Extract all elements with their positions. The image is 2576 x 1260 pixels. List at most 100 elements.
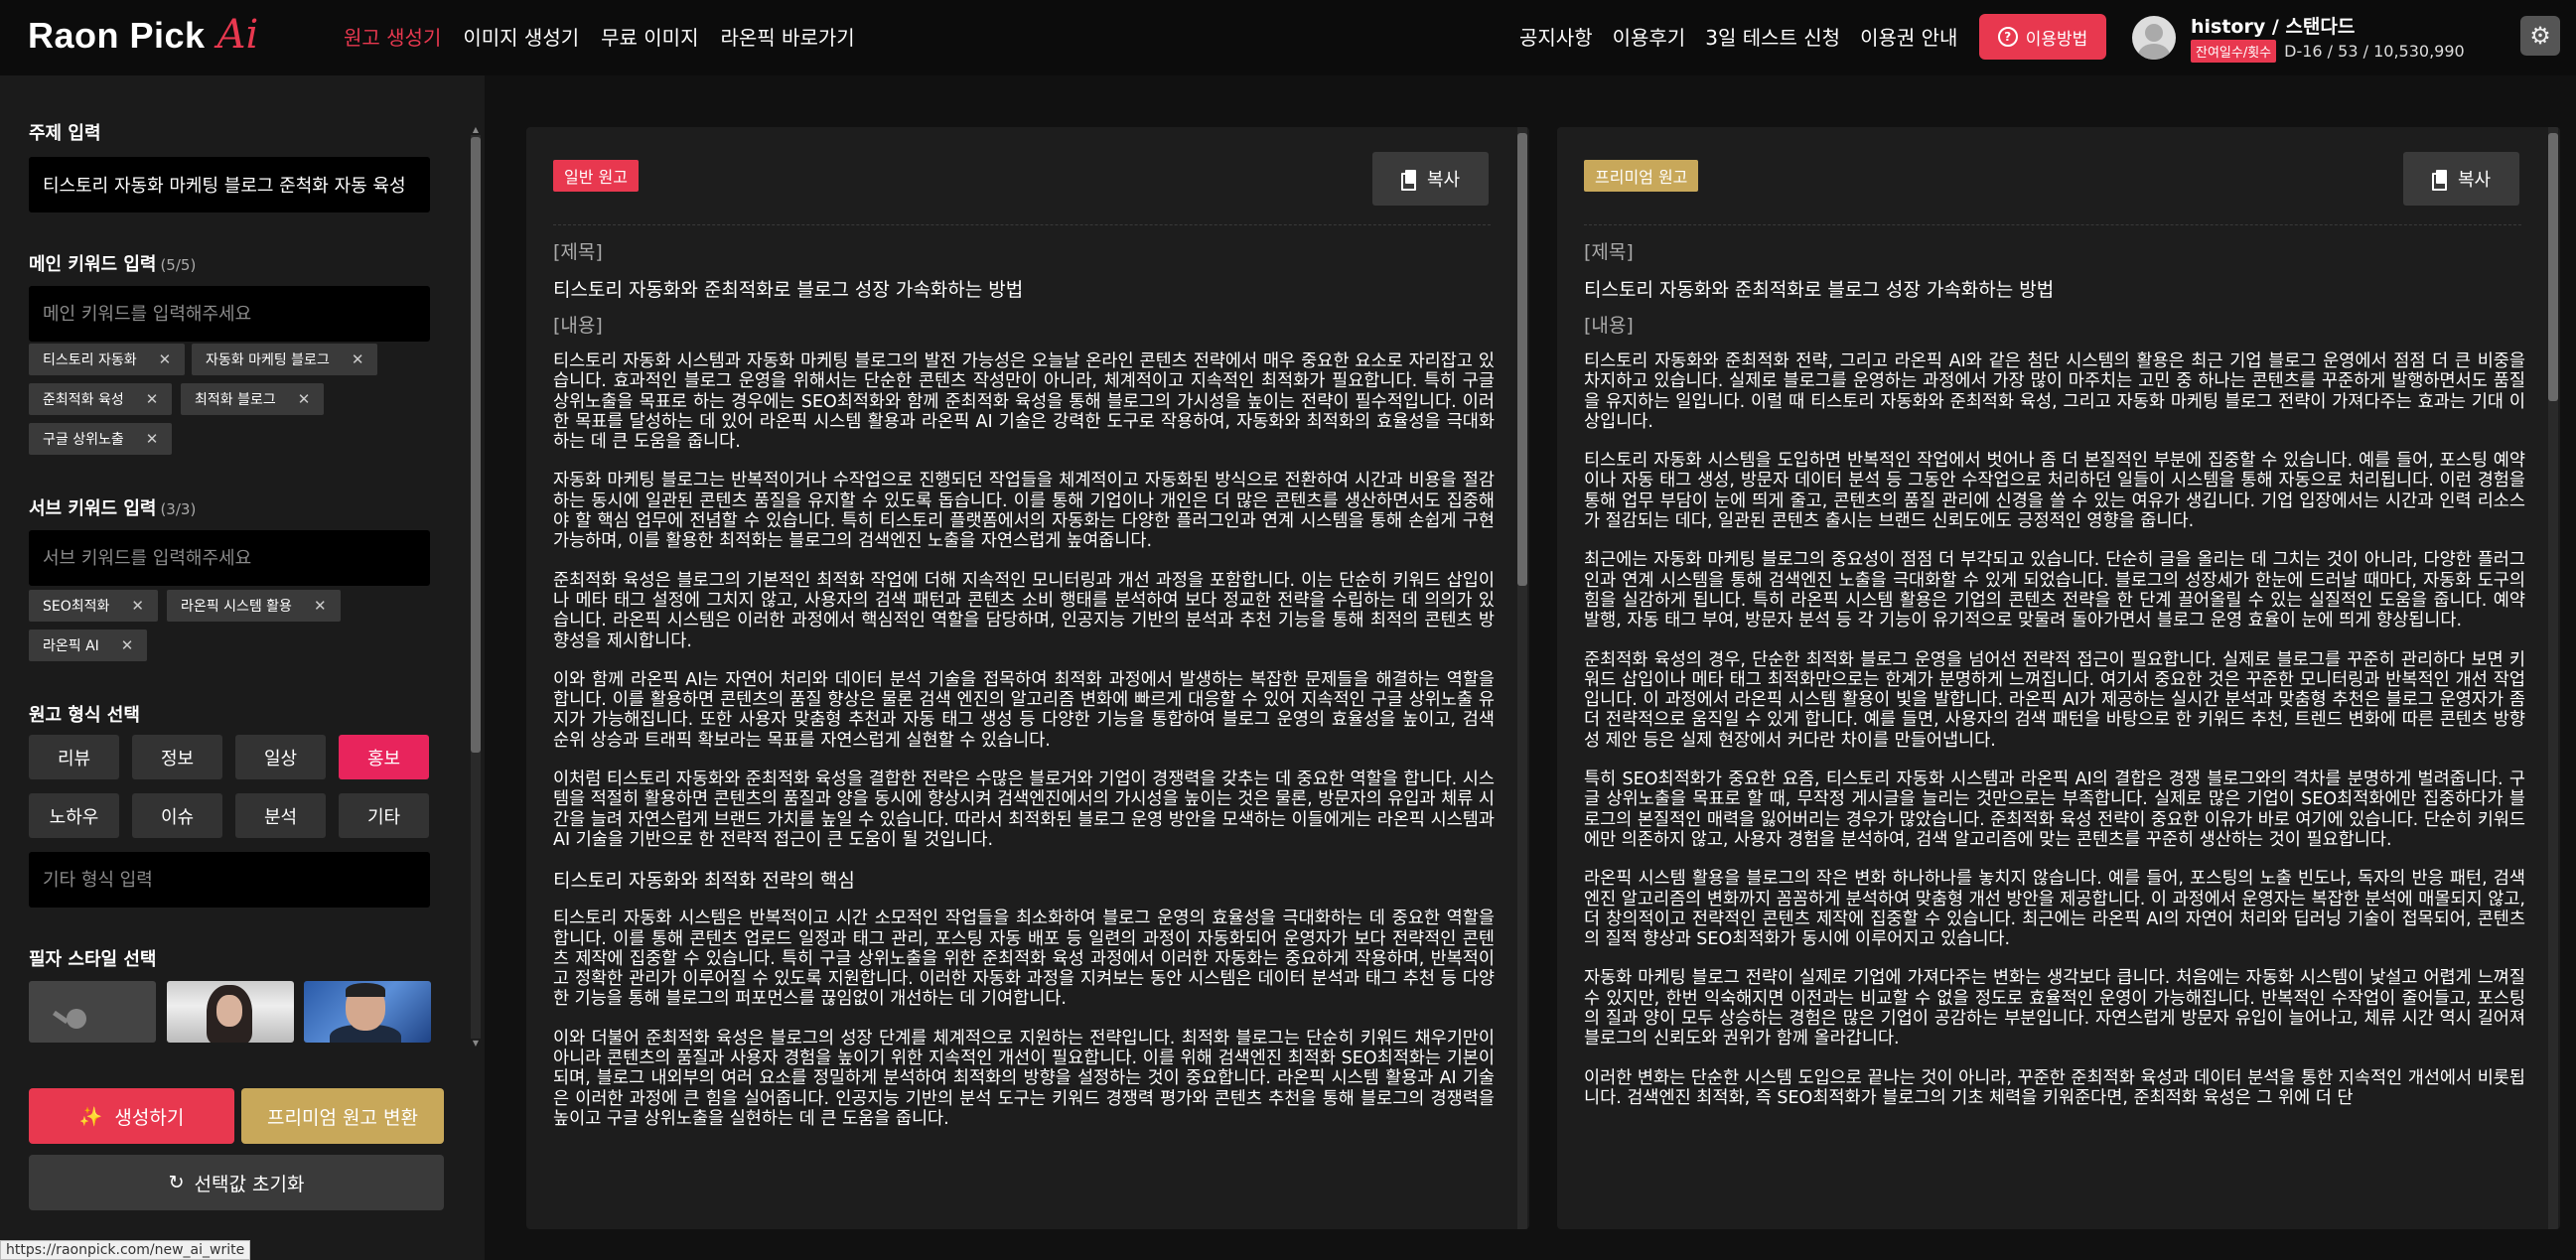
nav-pricing[interactable]: 이용권 안내 <box>1860 22 1957 51</box>
paragraph: 티스토리 자동화 시스템과 자동화 마케팅 블로그의 발전 가능성은 오늘날 온… <box>553 351 1495 453</box>
divider <box>1584 224 2521 225</box>
topic-input[interactable] <box>29 157 430 212</box>
top-header: Raon Pick Ai 원고 생성기 이미지 생성기 무료 이미지 라온픽 바… <box>0 0 2576 75</box>
main-nav: 원고 생성기 이미지 생성기 무료 이미지 라온픽 바로가기 <box>344 22 855 51</box>
paragraph: 자동화 마케팅 블로그 전략이 실제로 기업에 가져다주는 변화는 생각보다 큽… <box>1584 968 2525 1050</box>
draft-content: [제목] 티스토리 자동화와 준최적화로 블로그 성장 가속화하는 방법 [내용… <box>1584 240 2525 1229</box>
close-icon[interactable]: ✕ <box>352 350 364 368</box>
sub-keyword-count: (3/3) <box>160 500 197 518</box>
user-stats: D-16 / 53 / 10,530,990 <box>2284 42 2465 61</box>
magic-wand-icon: ✨ <box>78 1105 103 1128</box>
general-draft-badge: 일반 원고 <box>553 160 639 192</box>
generate-button[interactable]: ✨ 생성하기 <box>29 1088 234 1144</box>
nav-image-generator[interactable]: 이미지 생성기 <box>463 22 579 51</box>
refresh-icon: ↻ <box>168 1172 185 1193</box>
scroll-down-icon[interactable]: ▼ <box>471 1039 481 1049</box>
avatar[interactable] <box>2132 16 2176 60</box>
user-name: history / 스탠다드 <box>2191 16 2356 38</box>
premium-draft-panel: 프리미엄 원고 복사 [제목] 티스토리 자동화와 준최적화로 블로그 성장 가… <box>1557 127 2560 1229</box>
paragraph: 이처럼 티스토리 자동화와 준최적화 육성을 결합한 전략은 수많은 블로거와 … <box>553 770 1495 850</box>
close-icon[interactable]: ✕ <box>146 430 159 448</box>
format-analysis-button[interactable]: 분석 <box>235 793 326 838</box>
copy-icon <box>2431 170 2448 191</box>
close-icon[interactable]: ✕ <box>146 390 159 408</box>
question-icon: ? <box>1997 27 2018 47</box>
draft-title: 티스토리 자동화와 준최적화로 블로그 성장 가속화하는 방법 <box>553 279 1024 301</box>
remaining-badge: 잔여일수/횟수 <box>2191 40 2277 63</box>
reset-button[interactable]: ↻ 선택값 초기화 <box>29 1155 444 1210</box>
main-keyword-input[interactable] <box>29 286 430 342</box>
close-icon[interactable]: ✕ <box>131 597 144 615</box>
body-tag: [내용] <box>553 315 603 337</box>
settings-button[interactable]: ⚙ <box>2520 16 2560 56</box>
main-keyword-chip: 준최적화 육성 ✕ <box>29 383 173 415</box>
topic-label: 주제 입력 <box>29 123 101 144</box>
format-issue-button[interactable]: 이슈 <box>132 793 222 838</box>
paragraph: 이와 함께 라온픽 AI는 자연어 처리와 데이터 분석 기술을 접목하여 최적… <box>553 669 1495 751</box>
panel-scroll-thumb[interactable] <box>2548 133 2558 401</box>
close-icon[interactable]: ✕ <box>121 636 134 654</box>
format-etc-button[interactable]: 기타 <box>339 793 429 838</box>
paragraph: 준최적화 육성은 블로그의 기본적인 최적화 작업에 더해 지속적인 모니터링과… <box>553 570 1495 651</box>
close-icon[interactable]: ✕ <box>314 597 327 615</box>
nav-reviews[interactable]: 이용후기 <box>1613 22 1686 51</box>
sidebar: 주제 입력 메인 키워드 입력(5/5) 티스토리 자동화✕ 자동화 마케팅 블… <box>0 75 485 1260</box>
style-thumb-woman[interactable] <box>167 981 294 1043</box>
pin-icon <box>67 1009 86 1029</box>
nav-free-images[interactable]: 무료 이미지 <box>601 22 698 51</box>
main-keyword-chip: 티스토리 자동화 ✕ <box>29 344 186 375</box>
logo-text: Raon Pick <box>28 15 206 56</box>
format-info-button[interactable]: 정보 <box>132 735 222 779</box>
paragraph: 티스토리 자동화 시스템을 도입하면 반복적인 작업에서 벗어나 좀 더 본질적… <box>1584 451 2525 532</box>
premium-convert-button[interactable]: 프리미엄 원고 변환 <box>241 1088 444 1144</box>
general-draft-panel: 일반 원고 복사 [제목] 티스토리 자동화와 준최적화로 블로그 성장 가속화… <box>526 127 1529 1229</box>
close-icon[interactable]: ✕ <box>298 390 311 408</box>
main-keyword-label: 메인 키워드 입력 (5/5) <box>29 254 197 275</box>
main-keyword-chip: 자동화 마케팅 블로그 ✕ <box>192 344 378 375</box>
main-keyword-chip: 구글 상위노출 ✕ <box>29 423 173 455</box>
sidebar-scroll-thumb[interactable] <box>471 137 481 753</box>
format-label: 원고 형식 선택 <box>29 705 140 726</box>
gear-icon: ⚙ <box>2529 22 2551 50</box>
panel-scroll-thumb[interactable] <box>1517 133 1527 586</box>
subheading: 티스토리 자동화와 최적화 전략의 핵심 <box>553 870 855 893</box>
copy-button[interactable]: 복사 <box>1372 152 1489 206</box>
format-other-input[interactable] <box>29 852 430 908</box>
format-daily-button[interactable]: 일상 <box>235 735 326 779</box>
style-thumb-default[interactable] <box>29 981 156 1043</box>
body-tag: [내용] <box>1584 315 1634 337</box>
nav-ai-writer[interactable]: 원고 생성기 <box>344 22 441 51</box>
paragraph: 티스토리 자동화와 준최적화 전략, 그리고 라온픽 AI와 같은 첨단 시스템… <box>1584 351 2525 432</box>
close-icon[interactable]: ✕ <box>159 350 172 368</box>
paragraph: 라온픽 시스템 활용을 블로그의 작은 변화 하나하나를 놓치지 않습니다. 예… <box>1584 869 2525 950</box>
nav-trial[interactable]: 3일 테스트 신청 <box>1705 22 1840 51</box>
how-to-use-button[interactable]: ? 이용방법 <box>1979 14 2106 60</box>
format-promo-button[interactable]: 홍보 <box>339 735 429 779</box>
format-knowhow-button[interactable]: 노하우 <box>29 793 119 838</box>
paragraph: 이와 더불어 준최적화 육성은 블로그의 성장 단계를 체계적으로 지원하는 전… <box>553 1028 1495 1129</box>
main-keyword-count: (5/5) <box>160 256 197 274</box>
logo[interactable]: Raon Pick Ai <box>28 12 258 62</box>
format-review-button[interactable]: 리뷰 <box>29 735 119 779</box>
style-label: 필자 스타일 선택 <box>29 949 157 970</box>
paragraph: 티스토리 자동화 시스템은 반복적이고 시간 소모적인 작업들을 최소화하여 블… <box>553 909 1495 1010</box>
title-tag: [제목] <box>1584 241 1634 263</box>
nav-notice[interactable]: 공지사항 <box>1519 22 1593 51</box>
style-thumb-man[interactable] <box>304 981 431 1043</box>
nav-raonpick-shortcut[interactable]: 라온픽 바로가기 <box>720 22 854 51</box>
paragraph: 자동화 마케팅 블로그는 반복적이거나 수작업으로 진행되던 작업들을 체계적이… <box>553 471 1495 552</box>
user-quota: 잔여일수/횟수 D-16 / 53 / 10,530,990 <box>2191 40 2465 63</box>
draft-content: [제목] 티스토리 자동화와 준최적화로 블로그 성장 가속화하는 방법 [내용… <box>553 240 1495 1229</box>
sub-keyword-input[interactable] <box>29 530 430 586</box>
paragraph: 이러한 변화는 단순한 시스템 도입으로 끝나는 것이 아니라, 꾸준한 준최적… <box>1584 1067 2525 1108</box>
secondary-nav: 공지사항 이용후기 3일 테스트 신청 이용권 안내 <box>1519 22 1957 51</box>
sub-keyword-chip: SEO최적화 ✕ <box>29 590 158 622</box>
copy-button[interactable]: 복사 <box>2403 152 2519 206</box>
status-url: https://raonpick.com/new_ai_write <box>0 1240 251 1260</box>
draft-title: 티스토리 자동화와 준최적화로 블로그 성장 가속화하는 방법 <box>1584 279 2055 301</box>
sub-keyword-chip: 라온픽 시스템 활용 ✕ <box>167 590 341 622</box>
sub-keyword-label: 서브 키워드 입력 (3/3) <box>29 498 197 519</box>
paragraph: 준최적화 육성의 경우, 단순한 최적화 블로그 운영을 넘어선 전략적 접근이… <box>1584 649 2525 751</box>
scroll-up-icon[interactable]: ▲ <box>471 125 481 135</box>
divider <box>553 224 1491 225</box>
